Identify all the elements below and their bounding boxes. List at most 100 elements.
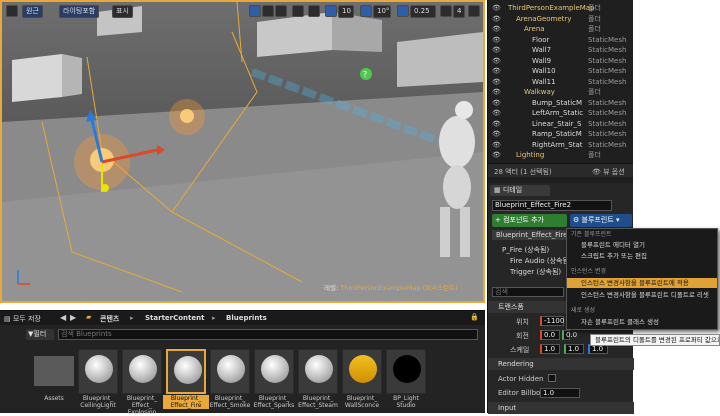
visibility-eye-icon[interactable]: 👁 bbox=[492, 99, 501, 107]
outliner-row[interactable]: 👁 Ramp_StaticM StaticMesh bbox=[488, 129, 634, 139]
nav-forward-icon[interactable]: ▶ bbox=[70, 313, 76, 322]
visibility-eye-icon[interactable]: 👁 bbox=[492, 15, 501, 23]
outliner-row-type: StaticMesh bbox=[588, 56, 627, 65]
asset-tile[interactable] bbox=[386, 349, 426, 394]
maximize-viewport-icon[interactable] bbox=[468, 5, 480, 17]
path-starter-content[interactable]: StarterContent bbox=[145, 314, 204, 322]
outliner-row[interactable]: 👁 Walkway 폴더 bbox=[488, 87, 634, 97]
outliner-row[interactable]: 👁 Lighting 폴더 bbox=[488, 150, 634, 160]
rotation-x-field[interactable]: 0.0 bbox=[540, 330, 560, 340]
view-options-button[interactable]: 👁 뷰 옵션 bbox=[592, 167, 625, 177]
scale-x-field[interactable]: 1.0 bbox=[540, 344, 560, 354]
asset-tile[interactable] bbox=[342, 349, 382, 394]
scene-render: ? bbox=[2, 2, 483, 301]
filter-button[interactable]: ▼필터 bbox=[26, 329, 54, 340]
level-viewport[interactable]: ? 원근 라이팅포함 표시 10 10° 0.25 4 레벨: ThirdPer… bbox=[0, 0, 485, 303]
component-root[interactable]: Blueprint_Effect_Fire bbox=[492, 230, 572, 240]
asset-folder[interactable] bbox=[34, 356, 74, 386]
scale-y-field[interactable]: 1.0 bbox=[564, 344, 584, 354]
rotation-snap-icon[interactable] bbox=[360, 5, 372, 17]
svg-text:?: ? bbox=[363, 70, 367, 79]
path-root[interactable]: 콘텐츠 bbox=[100, 314, 119, 324]
asset-tile[interactable] bbox=[166, 349, 206, 394]
outliner-row[interactable]: 👁 Arena 폴더 bbox=[488, 24, 634, 34]
outliner-row[interactable]: 👁 Wall11 StaticMesh bbox=[488, 77, 634, 87]
surface-snap-icon[interactable] bbox=[308, 5, 320, 17]
content-browser-tab[interactable]: ▤ 모두 저장 bbox=[4, 314, 41, 324]
outliner-row[interactable]: 👁 LeftArm_Static StaticMesh bbox=[488, 108, 634, 118]
perspective-button[interactable]: 원근 bbox=[22, 5, 43, 18]
asset-tile[interactable] bbox=[298, 349, 338, 394]
rotation-snap-value[interactable]: 10° bbox=[373, 5, 391, 18]
outliner-row-name: Floor bbox=[532, 35, 550, 44]
visibility-eye-icon[interactable]: 👁 bbox=[492, 4, 501, 12]
outliner-row[interactable]: 👁 Linear_Stair_S StaticMesh bbox=[488, 119, 634, 129]
details-search-input[interactable]: 검색 bbox=[492, 287, 564, 297]
scale-snap-value[interactable]: 0.25 bbox=[410, 5, 436, 18]
visibility-eye-icon[interactable]: 👁 bbox=[492, 141, 501, 149]
outliner-row[interactable]: 👁 Bump_StaticM StaticMesh bbox=[488, 98, 634, 108]
visibility-eye-icon[interactable]: 👁 bbox=[492, 46, 501, 54]
actor-name-field[interactable]: Blueprint_Effect_Fire2 bbox=[492, 200, 612, 211]
outliner-row[interactable]: 👁 ThirdPersonExampleMap 폴더 bbox=[488, 3, 634, 13]
visibility-eye-icon[interactable]: 👁 bbox=[492, 151, 501, 159]
tab-details[interactable]: ▦ 디테일 bbox=[490, 185, 550, 196]
visibility-eye-icon[interactable]: 👁 bbox=[492, 88, 501, 96]
visibility-eye-icon[interactable]: 👁 bbox=[492, 67, 501, 75]
lighting-mode-button[interactable]: 라이팅포함 bbox=[59, 5, 100, 18]
visibility-eye-icon[interactable]: 👁 bbox=[492, 78, 501, 86]
rotate-icon[interactable] bbox=[262, 5, 274, 17]
editor-billboard-field[interactable]: 1.0 bbox=[540, 388, 580, 398]
grid-snap-icon[interactable] bbox=[325, 5, 337, 17]
asset-search-input[interactable]: 검색 Blueprints bbox=[58, 329, 478, 340]
nav-back-icon[interactable]: ◀ bbox=[60, 313, 66, 322]
outliner-row[interactable]: 👁 Wall10 StaticMesh bbox=[488, 66, 634, 76]
visibility-eye-icon[interactable]: 👁 bbox=[492, 25, 501, 33]
outliner-row[interactable]: 👁 Floor StaticMesh bbox=[488, 35, 634, 45]
world-local-icon[interactable] bbox=[292, 5, 304, 17]
asset-tile[interactable] bbox=[210, 349, 250, 394]
asset-label: Blueprint_ Effect_Fire bbox=[163, 395, 209, 409]
outliner-row[interactable]: 👁 ArenaGeometry 폴더 bbox=[488, 14, 634, 24]
outliner-row-type: StaticMesh bbox=[588, 140, 627, 149]
add-component-button[interactable]: + 컴포넌트 추가 bbox=[492, 214, 567, 227]
visibility-eye-icon[interactable]: 👁 bbox=[492, 57, 501, 65]
location-x-field[interactable]: -1100 bbox=[540, 316, 564, 326]
visibility-eye-icon[interactable]: 👁 bbox=[492, 36, 501, 44]
viewport-menu-icon[interactable] bbox=[6, 5, 18, 17]
asset-label: Blueprint_ CeilingLight bbox=[80, 395, 116, 409]
blueprint-button[interactable]: ⚙ 블루프린트 ▾ bbox=[570, 214, 632, 227]
rotation-y-field[interactable]: 0.0 bbox=[562, 330, 577, 340]
scale-snap-icon[interactable] bbox=[397, 5, 409, 17]
path-blueprints[interactable]: Blueprints bbox=[226, 314, 267, 322]
menu-apply-instance-changes[interactable]: 인스턴스 변경사항을 블루프린트에 적용 bbox=[567, 278, 717, 288]
camera-speed-value[interactable]: 4 bbox=[453, 5, 465, 18]
actor-hidden-checkbox[interactable] bbox=[548, 374, 556, 382]
component-p-fire[interactable]: P_Fire (상속됨) bbox=[502, 245, 549, 255]
asset-tile[interactable] bbox=[78, 349, 118, 394]
component-trigger[interactable]: Trigger (상속됨) bbox=[510, 267, 561, 277]
outliner-row[interactable]: 👁 RightArm_Stat StaticMesh bbox=[488, 140, 634, 150]
visibility-eye-icon[interactable]: 👁 bbox=[492, 130, 501, 138]
lock-icon[interactable]: 🔒 bbox=[470, 313, 479, 321]
visibility-eye-icon[interactable]: 👁 bbox=[492, 109, 501, 117]
outliner-row[interactable]: 👁 Wall9 StaticMesh bbox=[488, 56, 634, 66]
grid-snap-value[interactable]: 10 bbox=[338, 5, 354, 18]
menu-create-child-blueprint[interactable]: 자손 블루프린트 클래스 생성 bbox=[567, 317, 717, 327]
camera-speed-icon[interactable] bbox=[440, 5, 452, 17]
asset-tile[interactable] bbox=[122, 349, 162, 394]
scale-icon[interactable] bbox=[275, 5, 287, 17]
component-fire-audio[interactable]: Fire Audio (상속됨) bbox=[510, 256, 572, 266]
visibility-eye-icon[interactable]: 👁 bbox=[492, 120, 501, 128]
menu-reset-instance-changes[interactable]: 인스턴스 변경사항을 블루프린트 디폴트로 리셋 bbox=[567, 290, 717, 300]
blueprint-icon: ⚙ bbox=[573, 216, 580, 224]
input-section-header[interactable]: Input bbox=[488, 402, 634, 414]
show-button[interactable]: 표시 bbox=[112, 5, 133, 18]
asset-tile[interactable] bbox=[254, 349, 294, 394]
blank-area bbox=[633, 0, 720, 228]
outliner-row[interactable]: 👁 Wall7 StaticMesh bbox=[488, 45, 634, 55]
menu-add-edit-script[interactable]: 스크립트 추가 또는 편집 bbox=[567, 251, 717, 261]
rendering-section-header[interactable]: Rendering bbox=[488, 358, 634, 370]
translate-icon[interactable] bbox=[249, 5, 261, 17]
menu-open-blueprint-editor[interactable]: 블루프린트 에디터 열기 bbox=[567, 240, 717, 250]
